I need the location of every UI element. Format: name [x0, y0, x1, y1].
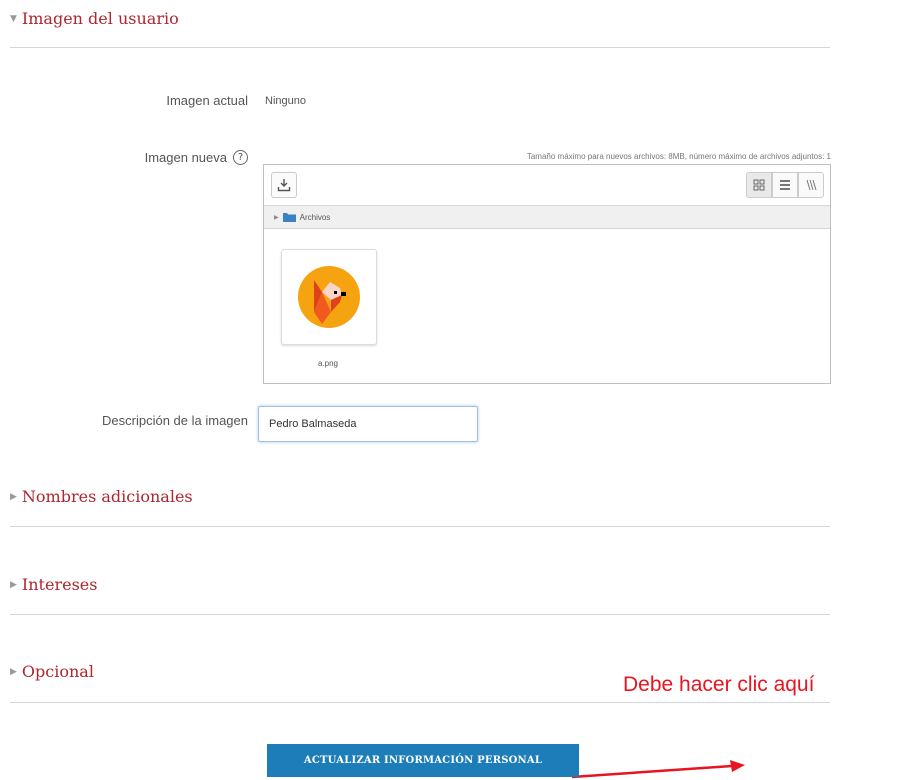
upload-button[interactable] — [271, 172, 297, 198]
caret-down-icon: ▼ — [10, 13, 17, 24]
section-interests-title: Intereses — [21, 575, 98, 594]
file-manager-toolbar — [264, 165, 830, 206]
current-image-value: Ninguno — [265, 95, 306, 107]
caret-right-icon: ▶ — [10, 666, 17, 677]
help-icon[interactable]: ? — [233, 150, 248, 165]
list-icon — [780, 180, 790, 190]
section-divider — [10, 526, 830, 527]
annotation-arrow — [571, 760, 745, 779]
image-description-input[interactable] — [258, 406, 478, 442]
file-thumbnail[interactable] — [281, 249, 377, 345]
file-limits-text: Tamaño máximo para nuevos archivos: 8MB,… — [526, 152, 831, 161]
file-manager: ▶ Archivos a.png — [263, 164, 831, 384]
breadcrumb: ▶ Archivos — [264, 206, 830, 229]
section-optional-title: Opcional — [21, 662, 94, 681]
caret-right-icon: ▶ — [10, 491, 17, 502]
section-divider — [10, 702, 830, 703]
section-interests-header[interactable]: ▶ Intereses — [10, 575, 97, 594]
file-name: a.png — [317, 359, 339, 368]
section-divider — [10, 47, 830, 48]
section-additional-names-title: Nombres adicionales — [21, 487, 193, 506]
upload-icon — [277, 179, 291, 192]
update-profile-button[interactable]: ACTUALIZAR INFORMACIÓN PERSONAL — [267, 744, 579, 777]
description-label: Descripción de la imagen — [102, 413, 248, 428]
section-user-image-header[interactable]: ▼ Imagen del usuario — [10, 9, 179, 28]
folder-icon — [282, 213, 296, 222]
section-user-image-title: Imagen del usuario — [21, 9, 179, 28]
view-list-button[interactable] — [772, 172, 798, 198]
section-additional-names-header[interactable]: ▶ Nombres adicionales — [10, 487, 193, 506]
fox-logo-image — [298, 266, 360, 328]
file-item[interactable]: a.png — [281, 249, 377, 368]
view-tree-button[interactable] — [798, 172, 824, 198]
tree-icon — [806, 179, 817, 191]
grid-icon — [753, 179, 765, 191]
caret-right-icon: ▶ — [274, 214, 279, 221]
section-optional-header[interactable]: ▶ Opcional — [10, 662, 94, 681]
new-image-label: Imagen nueva ? — [145, 150, 248, 165]
annotation-text: Debe hacer clic aquí — [623, 673, 815, 696]
section-divider — [10, 614, 830, 615]
current-image-label: Imagen actual — [166, 93, 248, 108]
folder-label[interactable]: Archivos — [300, 213, 331, 222]
view-icons-button[interactable] — [746, 172, 772, 198]
caret-right-icon: ▶ — [10, 579, 17, 590]
view-mode-group — [746, 172, 824, 198]
